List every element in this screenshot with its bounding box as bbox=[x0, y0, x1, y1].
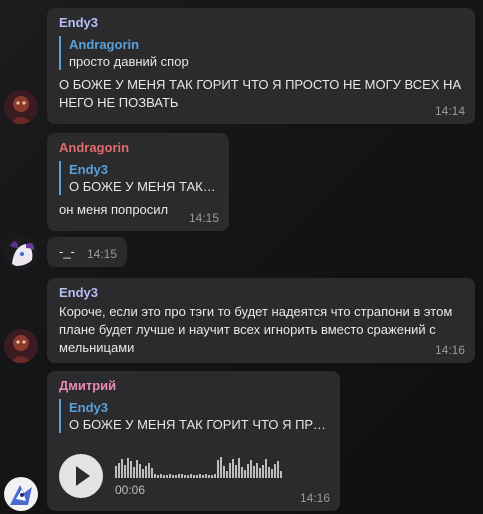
avatar-andragorin[interactable] bbox=[4, 236, 38, 270]
message-line: мельницами bbox=[59, 340, 135, 355]
waveform-bar bbox=[130, 461, 132, 478]
waveform-bar bbox=[184, 475, 186, 478]
sender-name[interactable]: Endy3 bbox=[59, 285, 463, 301]
waveform-bar bbox=[262, 465, 264, 478]
waveform-bar bbox=[190, 474, 192, 478]
message-time: 14:15 bbox=[86, 247, 117, 261]
waveform-bar bbox=[211, 475, 213, 478]
message-bubble[interactable]: Endy3 Короче, если это про тэги то будет… bbox=[47, 278, 475, 363]
avatar-dmitriy[interactable] bbox=[4, 477, 38, 511]
waveform-bar bbox=[193, 475, 195, 478]
sender-name[interactable]: Endy3 bbox=[59, 15, 463, 31]
message-bubble[interactable]: -_- 14:15 bbox=[47, 237, 127, 267]
message-time: 14:15 bbox=[188, 211, 219, 225]
waveform-bar bbox=[118, 463, 120, 478]
waveform-bar bbox=[247, 464, 249, 478]
waveform-bar bbox=[241, 467, 243, 478]
waveform-bar bbox=[259, 468, 261, 478]
waveform-bar bbox=[205, 474, 207, 478]
avatar-endy3[interactable] bbox=[4, 90, 38, 124]
waveform-bar bbox=[265, 459, 267, 478]
sender-name[interactable]: Дмитрий bbox=[59, 378, 328, 394]
reply-text: О БОЖЕ У МЕНЯ ТАК Г... bbox=[69, 179, 217, 194]
message-text: Короче, если это про тэги то будет надея… bbox=[59, 303, 463, 357]
message-time: 14:16 bbox=[434, 343, 465, 357]
message-bubble[interactable]: Дмитрий Endy3 О БОЖЕ У МЕНЯ ТАК ГОРИТ ЧТ… bbox=[47, 371, 340, 511]
reply-quote[interactable]: Endy3 О БОЖЕ У МЕНЯ ТАК ГОРИТ ЧТО Я ПРОС… bbox=[59, 399, 328, 433]
waveform-bar bbox=[148, 463, 150, 478]
waveform-bar bbox=[172, 475, 174, 478]
message-time: 14:14 bbox=[434, 104, 465, 118]
message-bubble[interactable]: Andragorin Endy3 О БОЖЕ У МЕНЯ ТАК Г... … bbox=[47, 133, 229, 231]
waveform-bar bbox=[226, 471, 228, 478]
waveform-bar bbox=[157, 475, 159, 478]
waveform-bar bbox=[151, 468, 153, 478]
waveform-bar bbox=[163, 475, 165, 478]
waveform-bar bbox=[199, 474, 201, 478]
waveform-bar bbox=[220, 457, 222, 478]
waveform-bar bbox=[145, 466, 147, 478]
message-text: О БОЖЕ У МЕНЯ ТАК ГОРИТ ЧТО Я ПРОСТО НЕ … bbox=[59, 76, 463, 112]
waveform-bar bbox=[178, 474, 180, 478]
waveform-bar bbox=[187, 475, 189, 478]
waveform-bar bbox=[253, 466, 255, 478]
waveform-bar bbox=[133, 467, 135, 478]
reply-author: Endy3 bbox=[69, 162, 109, 177]
waveform-bar bbox=[232, 459, 234, 478]
waveform-bar bbox=[166, 475, 168, 478]
waveform-bar bbox=[169, 474, 171, 478]
reply-quote[interactable]: Endy3 О БОЖЕ У МЕНЯ ТАК Г... bbox=[59, 161, 217, 195]
waveform-bar bbox=[127, 458, 129, 478]
waveform-bar bbox=[121, 459, 123, 478]
waveform-bar bbox=[124, 465, 126, 478]
waveform-bar bbox=[271, 469, 273, 478]
reply-author: Andragorin bbox=[69, 37, 140, 52]
waveform-bar bbox=[181, 474, 183, 478]
waveform-bar bbox=[256, 463, 258, 478]
message-line: Короче, если это про тэги то будет надея… bbox=[59, 304, 453, 319]
waveform-bar bbox=[115, 466, 117, 478]
waveform-bar bbox=[214, 474, 216, 478]
avatar-image bbox=[4, 329, 38, 363]
play-button[interactable] bbox=[59, 454, 103, 498]
sender-name[interactable]: Andragorin bbox=[59, 140, 217, 156]
reply-quote[interactable]: Andragorin просто давний спор bbox=[59, 36, 463, 70]
waveform-bar bbox=[229, 463, 231, 478]
waveform-bar bbox=[154, 474, 156, 478]
message-line: НЕГО НЕ ПОЗВАТЬ bbox=[59, 95, 179, 110]
reply-author: Endy3 bbox=[69, 400, 109, 415]
waveform-bar bbox=[142, 469, 144, 478]
waveform-bar bbox=[244, 470, 246, 478]
waveform-bar bbox=[235, 465, 237, 478]
waveform-bar bbox=[274, 464, 276, 478]
message-time: 14:16 bbox=[299, 491, 330, 505]
waveform-bar bbox=[217, 460, 219, 478]
waveform-bar bbox=[202, 475, 204, 478]
voice-duration: 00:06 bbox=[115, 483, 146, 497]
reply-text: О БОЖЕ У МЕНЯ ТАК ГОРИТ ЧТО Я ПРОС... bbox=[69, 417, 328, 432]
voice-waveform[interactable] bbox=[115, 456, 282, 478]
waveform-bar bbox=[139, 464, 141, 478]
avatar-endy3[interactable] bbox=[4, 329, 38, 363]
waveform-bar bbox=[238, 458, 240, 478]
waveform-bar bbox=[268, 467, 270, 478]
avatar-image bbox=[4, 90, 38, 124]
avatar-image bbox=[4, 236, 38, 270]
waveform-bar bbox=[175, 475, 177, 478]
avatar-image bbox=[4, 477, 38, 511]
waveform-bar bbox=[223, 466, 225, 478]
waveform-bar bbox=[277, 461, 279, 478]
message-bubble[interactable]: Endy3 Andragorin просто давний спор О БО… bbox=[47, 8, 475, 124]
waveform-bar bbox=[196, 475, 198, 478]
waveform-bar bbox=[250, 460, 252, 478]
message-line: О БОЖЕ У МЕНЯ ТАК ГОРИТ ЧТО Я ПРОСТО НЕ … bbox=[59, 77, 462, 92]
waveform-bar bbox=[160, 474, 162, 478]
message-line: плане будет лучше и научит всех игнорить… bbox=[59, 322, 436, 337]
waveform-bar bbox=[280, 471, 282, 478]
waveform-bar bbox=[136, 460, 138, 478]
waveform-bar bbox=[208, 475, 210, 478]
reply-text: просто давний спор bbox=[69, 54, 189, 69]
